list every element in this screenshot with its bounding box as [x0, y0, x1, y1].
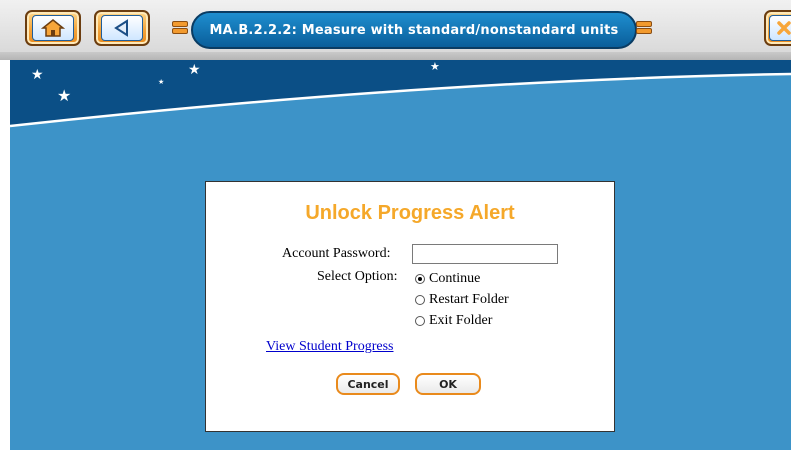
- close-icon: [769, 15, 791, 41]
- radio-restart-folder[interactable]: Restart Folder: [415, 292, 509, 308]
- back-triangle-icon: [101, 15, 143, 41]
- star-icon: ★: [188, 61, 201, 77]
- star-icon: ★: [430, 61, 440, 73]
- radio-exit-folder[interactable]: Exit Folder: [415, 313, 492, 329]
- radio-unchecked-icon[interactable]: [415, 295, 425, 305]
- home-icon: [32, 15, 74, 41]
- night-sky-banner: [10, 60, 791, 128]
- close-button[interactable]: [764, 10, 791, 46]
- radio-label: Restart Folder: [429, 292, 509, 307]
- view-student-progress-link[interactable]: View Student Progress: [266, 339, 393, 355]
- star-icon: ★: [57, 88, 72, 105]
- radio-unchecked-icon[interactable]: [415, 316, 425, 326]
- dialog-title: Unlock Progress Alert: [305, 202, 515, 224]
- radio-checked-icon[interactable]: [415, 274, 425, 284]
- app-screen: MA.B.2.2.2: Measure with standard/nonsta…: [0, 0, 791, 450]
- star-icon: ★: [158, 79, 165, 86]
- toolbar-connector-right: [636, 20, 652, 36]
- radio-label: Continue: [429, 271, 481, 286]
- home-button[interactable]: [25, 10, 81, 46]
- toolbar-connector-left: [172, 20, 188, 36]
- unlock-progress-dialog: Unlock Progress Alert Account Password: …: [205, 181, 615, 432]
- radio-label: Exit Folder: [429, 313, 493, 328]
- password-field[interactable]: [412, 244, 558, 264]
- back-button[interactable]: [94, 10, 150, 46]
- lesson-title: MA.B.2.2.2: Measure with standard/nonsta…: [191, 11, 637, 49]
- password-label: Account Password:: [282, 246, 391, 261]
- ok-button[interactable]: OK: [415, 373, 481, 395]
- select-option-label: Select Option:: [317, 269, 398, 284]
- radio-continue[interactable]: Continue: [415, 271, 480, 287]
- star-icon: ★: [31, 66, 44, 82]
- cancel-button[interactable]: Cancel: [336, 373, 400, 395]
- toolbar-shadow: [0, 52, 791, 60]
